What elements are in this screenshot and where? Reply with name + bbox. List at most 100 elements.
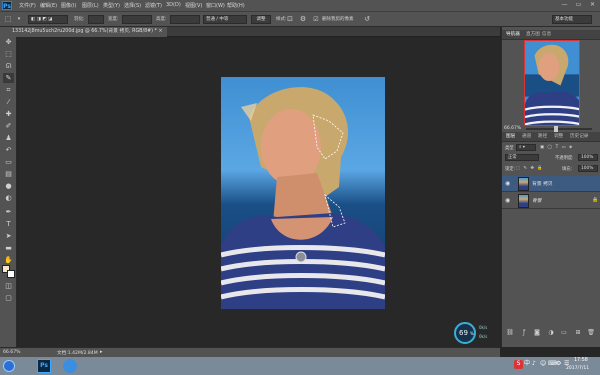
refresh-icon[interactable]: ↺ (362, 15, 372, 24)
tab-paths[interactable]: 路径 (538, 132, 547, 142)
eye-icon[interactable]: ◉ (505, 180, 513, 188)
adjustment-icon[interactable]: ◑ (547, 329, 555, 337)
quick-select-tool-icon[interactable]: ✎ (3, 73, 14, 83)
link-icon[interactable]: ⛓ (506, 329, 514, 337)
restore-icon[interactable]: ▭ (573, 1, 584, 9)
clock-time[interactable]: 17:58 (574, 358, 588, 363)
tab-adjustments[interactable]: 调整 (554, 132, 563, 142)
fill-input[interactable]: 100% (578, 165, 598, 172)
status-doc-info[interactable]: 文档:1.42M/2.84M (57, 350, 98, 356)
layer-name[interactable]: 背景 拷贝 (532, 180, 553, 187)
photoshop-logo-icon[interactable]: Ps (2, 1, 12, 10)
tool-preset-icon[interactable]: ⬚ (3, 15, 13, 24)
tab-histogram[interactable]: 直方图 (526, 30, 540, 40)
dodge-tool-icon[interactable]: ◐ (3, 193, 14, 203)
menu-filter[interactable]: 滤镜(T) (145, 2, 162, 9)
speed-gauge: 69 % (454, 322, 476, 344)
minimize-icon[interactable]: — (559, 1, 570, 9)
blur-tool-icon[interactable]: ● (3, 181, 14, 191)
pen-tool-icon[interactable]: ✒ (3, 207, 14, 217)
healing-tool-icon[interactable]: ✚ (3, 109, 14, 119)
eyedropper-tool-icon[interactable]: ⁄ (3, 97, 14, 107)
sogou-ime-icon[interactable]: S (514, 360, 523, 369)
eye-icon[interactable]: ◉ (505, 197, 513, 205)
sound-icon[interactable]: ♪ (532, 360, 536, 368)
tab-layers[interactable]: 图层 (506, 132, 515, 142)
selection-mode-select[interactable]: ◧ ◨ ◩ ◪ (28, 15, 68, 24)
screen-mode-icon[interactable]: ▢ (3, 293, 14, 303)
brush-tool-icon[interactable]: ✐ (3, 121, 14, 131)
checkbox-icon[interactable]: ☑ (311, 15, 321, 24)
blend-mode-select[interactable]: 正常 (505, 154, 539, 161)
mask-icon[interactable]: ◙ (533, 329, 541, 337)
crop-tool-icon[interactable]: ⌗ (3, 85, 14, 95)
filter-icons[interactable]: ▣ ◯ T ▭ ◈ (540, 145, 573, 150)
settings-tray-icon[interactable]: ⚙ (556, 360, 561, 368)
gear-icon[interactable]: ⚙ (298, 15, 308, 24)
ime-lang-icon[interactable]: 中 (524, 360, 530, 368)
chevron-right-icon[interactable]: ▸ (100, 349, 103, 355)
kind-filter-select[interactable]: ⌕ ▾ (516, 144, 536, 151)
layer-row-background-copy[interactable]: ◉ 背景 拷贝 (502, 176, 600, 192)
fx-icon[interactable]: ƒ (520, 329, 528, 337)
shape-tool-icon[interactable]: ▬ (3, 243, 14, 253)
lasso-tool-icon[interactable]: ᘏ (3, 61, 14, 71)
menu-type[interactable]: 类型(Y) (103, 2, 120, 9)
height-input[interactable] (170, 15, 200, 24)
menu-layer[interactable]: 图层(L) (82, 2, 99, 9)
gradient-tool-icon[interactable]: ▤ (3, 169, 14, 179)
browser-taskbar-icon[interactable] (63, 359, 77, 373)
close-icon[interactable]: ✕ (587, 1, 598, 9)
network-speed-widget: 69 % 0k/s 0k/s (452, 322, 498, 344)
tab-channels[interactable]: 通道 (522, 132, 531, 142)
document-canvas-image[interactable] (221, 77, 385, 309)
menu-image[interactable]: 图像(I) (61, 2, 76, 9)
marquee-tool-icon[interactable]: ⬚ (3, 49, 14, 59)
feather-input[interactable] (88, 15, 104, 24)
navigator-zoom-slider[interactable] (526, 126, 592, 132)
tab-navigator[interactable]: 导航器 (506, 30, 520, 40)
fill-label: 填充: (562, 167, 573, 172)
move-tool-icon[interactable]: ✥ (3, 37, 14, 47)
tab-info[interactable]: 信息 (542, 30, 551, 40)
document-tab[interactable]: 133142j8mu5uch2ru200d.jpg @ 66.7%(背景 拷贝,… (8, 27, 167, 37)
menu-view[interactable]: 视图(V) (185, 2, 202, 9)
menu-file[interactable]: 文件(F) (19, 2, 36, 9)
start-button-icon[interactable] (3, 360, 15, 372)
history-brush-tool-icon[interactable]: ↶ (3, 145, 14, 155)
path-select-tool-icon[interactable]: ➤ (3, 231, 14, 241)
quick-mask-icon[interactable]: ◫ (3, 281, 14, 291)
layer-name[interactable]: 背景 (532, 197, 542, 204)
close-tab-icon[interactable]: × (158, 29, 162, 34)
clock-date[interactable]: 2017/7/11 (566, 366, 589, 371)
menu-edit[interactable]: 编辑(E) (40, 2, 57, 9)
background-color-swatch[interactable] (7, 270, 15, 278)
quality-select[interactable]: 普通 / 中等 (203, 15, 247, 24)
tab-history[interactable]: 历史记录 (570, 132, 588, 142)
menu-window[interactable]: 窗口(W) (206, 2, 225, 9)
workspace-select[interactable]: 基本功能 (552, 15, 592, 24)
refine-edge-button[interactable]: 调整 (251, 15, 271, 24)
chevron-down-icon[interactable]: ▾ (14, 15, 24, 24)
width-input[interactable] (122, 15, 152, 24)
emoji-icon[interactable]: ☺ (540, 360, 546, 368)
navigator-zoom-value[interactable]: 66.67% (504, 126, 521, 131)
trash-icon[interactable]: 🗑 (587, 329, 595, 337)
lock-icons[interactable]: ⬚ ✎ ✥ 🔒 (516, 166, 544, 171)
new-layer-icon[interactable]: ⊞ (574, 329, 582, 337)
folder-icon[interactable]: ▭ (560, 329, 568, 337)
menu-select[interactable]: 选择(S) (124, 2, 141, 9)
eraser-tool-icon[interactable]: ▭ (3, 157, 14, 167)
layer-row-background[interactable]: ◉ 背景 🔒 (502, 193, 600, 209)
hand-tool-icon[interactable]: ✋ (3, 255, 14, 265)
settings-icon[interactable]: ⊡ (285, 15, 295, 24)
opacity-input[interactable]: 100% (578, 154, 598, 161)
photoshop-taskbar-icon[interactable]: Ps (37, 359, 51, 373)
stamp-tool-icon[interactable]: ♟ (3, 133, 14, 143)
gauge-value: 69 (459, 329, 468, 337)
type-tool-icon[interactable]: T (3, 219, 14, 229)
navigator-preview[interactable] (524, 40, 580, 126)
menu-help[interactable]: 帮助(H) (227, 2, 245, 9)
menu-3d[interactable]: 3D(D) (166, 2, 181, 8)
status-zoom[interactable]: 66.67% (3, 350, 21, 355)
